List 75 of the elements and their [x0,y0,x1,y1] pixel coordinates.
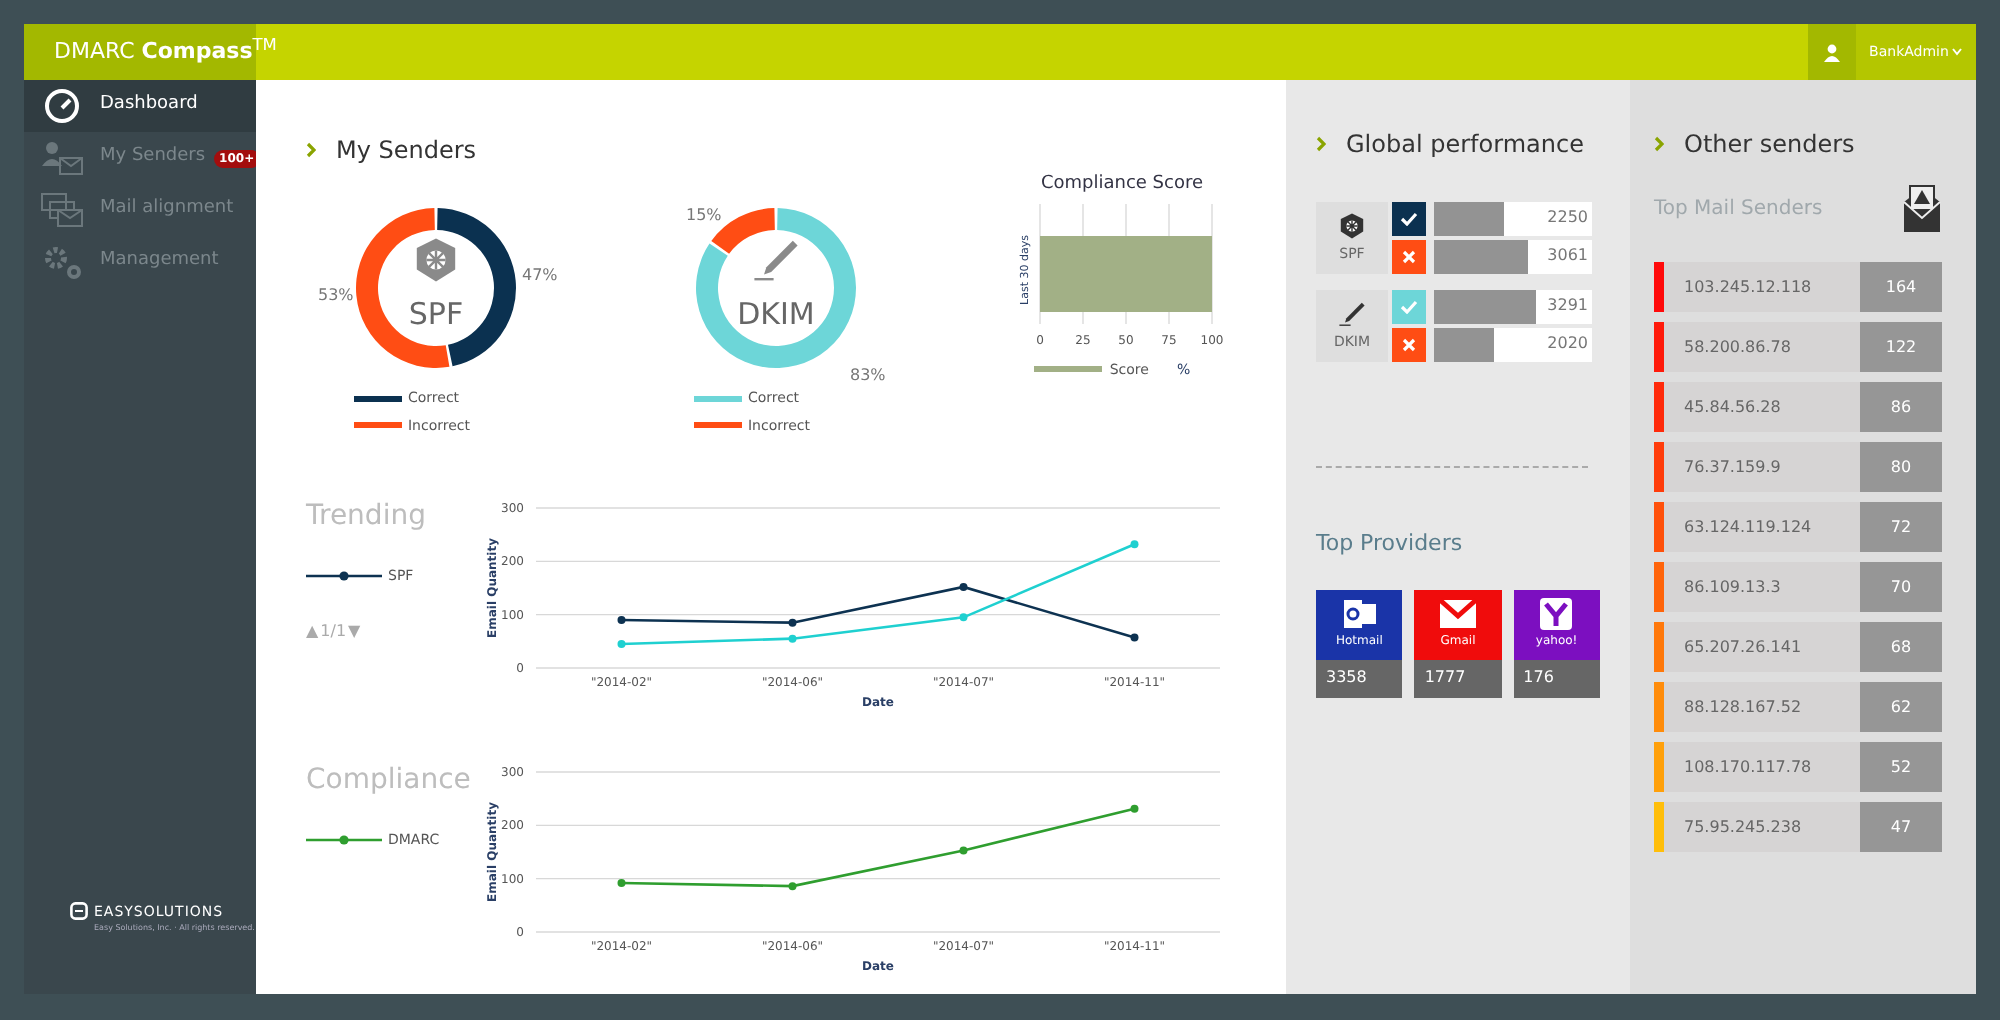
data-point [788,634,797,643]
pen-icon [1338,299,1366,328]
message-count: 72 [1860,502,1942,552]
donut-label: SPF [406,294,466,336]
sender-ip: 76.37.159.9 [1664,442,1860,492]
percent-label: 47% [522,264,558,288]
section-title: Other senders [1684,128,1855,162]
section-title: Global performance [1346,128,1584,162]
sender-ip: 75.95.245.238 [1664,802,1860,852]
list-heading: Top Mail Senders [1654,195,1823,223]
bar-value: 3061 [1547,244,1588,268]
message-count: 70 [1860,562,1942,612]
user-icon [1824,43,1840,61]
bar-value: 2250 [1547,206,1588,230]
sender-ip: 88.128.167.52 [1664,682,1860,732]
data-point [959,846,968,855]
section-heading: Trending [306,498,428,536]
section-heading: Top Providers [1316,528,1465,560]
chart-title: Compliance Score [1040,172,1204,198]
section-title: My Senders [336,134,477,168]
message-count: 62 [1860,682,1942,732]
page-indicator: 1/1 [320,619,347,643]
data-point [1130,540,1139,549]
legend-marker [306,834,382,847]
logo-icon [70,902,88,921]
section-heading: Compliance [306,762,473,800]
percent-label: 83% [850,364,886,388]
donut-label: DKIM [735,294,817,336]
mail-logo-icon [1437,598,1478,630]
gauge-icon [44,88,80,124]
message-count: 164 [1860,262,1942,312]
app-title: DMARC Compass$^{TM}$ [54,35,277,68]
data-point [788,618,797,627]
message-count: 80 [1860,442,1942,492]
legend-marker [306,570,382,583]
data-point [1130,633,1139,642]
data-point [959,613,968,622]
message-count: 86 [1860,382,1942,432]
data-point [959,582,968,591]
shield-icon [1338,211,1366,240]
sender-ip: 108.170.117.78 [1664,742,1860,792]
data-point [788,882,797,891]
gears-icon [40,244,84,280]
mail-warning-icon [1902,182,1942,234]
data-point [617,640,626,648]
chevron-icon [306,142,316,158]
message-count: 68 [1860,622,1942,672]
chevron-icon [1316,136,1326,152]
caret-icon [1952,48,1963,56]
mail-logo-icon [1538,598,1575,630]
data-point [617,616,626,624]
message-count: 47 [1860,802,1942,852]
legend-swatch [1033,366,1102,373]
shield-icon [412,236,460,284]
sender-ip: 63.124.119.124 [1664,502,1860,552]
bar-value: 2020 [1547,332,1588,356]
user-button[interactable] [1808,24,1856,80]
sender-ip: 65.207.26.141 [1664,622,1860,672]
user-mail-icon [40,140,84,176]
sender-ip: 103.245.12.118 [1664,262,1860,312]
nav-item[interactable]: Dashboard [24,80,256,132]
pen-icon [752,236,800,284]
message-count: 122 [1860,322,1942,372]
percent-label: 15% [686,204,722,228]
sender-ip: 45.84.56.28 [1664,382,1860,432]
data-point [617,878,626,887]
message-count: 52 [1860,742,1942,792]
percent-label: 53% [318,284,354,308]
sender-ip: 58.200.86.78 [1664,322,1860,372]
chevron-icon [1654,136,1664,152]
data-point [1130,804,1139,813]
bar-value: 3291 [1547,294,1588,318]
sender-ip: 86.109.13.3 [1664,562,1860,612]
mail-logo-icon [1341,598,1378,630]
envelopes-icon [40,192,84,228]
